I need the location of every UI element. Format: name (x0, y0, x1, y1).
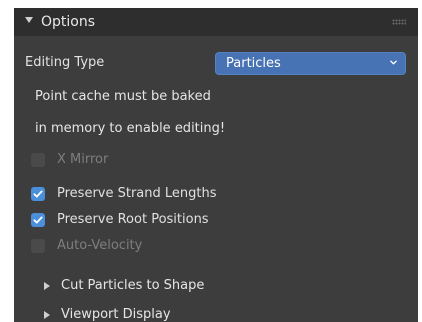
options-panel-header[interactable]: Options (14, 8, 418, 36)
preserve-root-positions-row[interactable]: Preserve Root Positions (31, 212, 209, 227)
viewport-display-label: Viewport Display (61, 307, 171, 322)
x-mirror-checkbox-row[interactable]: X Mirror (31, 152, 108, 167)
editing-type-dropdown[interactable]: Particles (215, 52, 406, 75)
x-mirror-checkbox[interactable] (31, 152, 45, 167)
preserve-root-positions-label: Preserve Root Positions (57, 212, 209, 227)
options-panel: Options Editing Type Particles Point cac… (14, 8, 418, 322)
cut-particles-subpanel-header[interactable]: Cut Particles to Shape (44, 278, 204, 293)
auto-velocity-checkbox[interactable] (31, 238, 45, 253)
panel-title: Options (41, 14, 96, 30)
auto-velocity-checkbox-row[interactable]: Auto-Velocity (31, 238, 142, 253)
preserve-strand-lengths-checkbox[interactable] (31, 186, 45, 201)
auto-velocity-label: Auto-Velocity (57, 238, 143, 253)
viewport-display-subpanel-header[interactable]: Viewport Display (44, 307, 171, 322)
triangle-right-icon[interactable] (44, 281, 50, 290)
preserve-strand-lengths-row[interactable]: Preserve Strand Lengths (31, 186, 217, 201)
chevron-down-icon (390, 60, 397, 65)
grip-dots-icon[interactable] (392, 19, 406, 25)
triangle-down-icon[interactable] (25, 17, 33, 23)
checkmark-icon (33, 190, 43, 198)
preserve-root-positions-checkbox[interactable] (31, 212, 45, 227)
editing-type-label: Editing Type (25, 55, 105, 70)
editing-type-value: Particles (226, 56, 281, 71)
cache-message-line-2: in memory to enable editing! (35, 121, 226, 136)
cut-particles-label: Cut Particles to Shape (61, 278, 205, 293)
checkmark-icon (33, 216, 43, 224)
preserve-strand-lengths-label: Preserve Strand Lengths (57, 186, 217, 201)
cache-message-line-1: Point cache must be baked (35, 89, 211, 104)
x-mirror-label: X Mirror (57, 152, 109, 167)
triangle-right-icon[interactable] (44, 310, 50, 319)
